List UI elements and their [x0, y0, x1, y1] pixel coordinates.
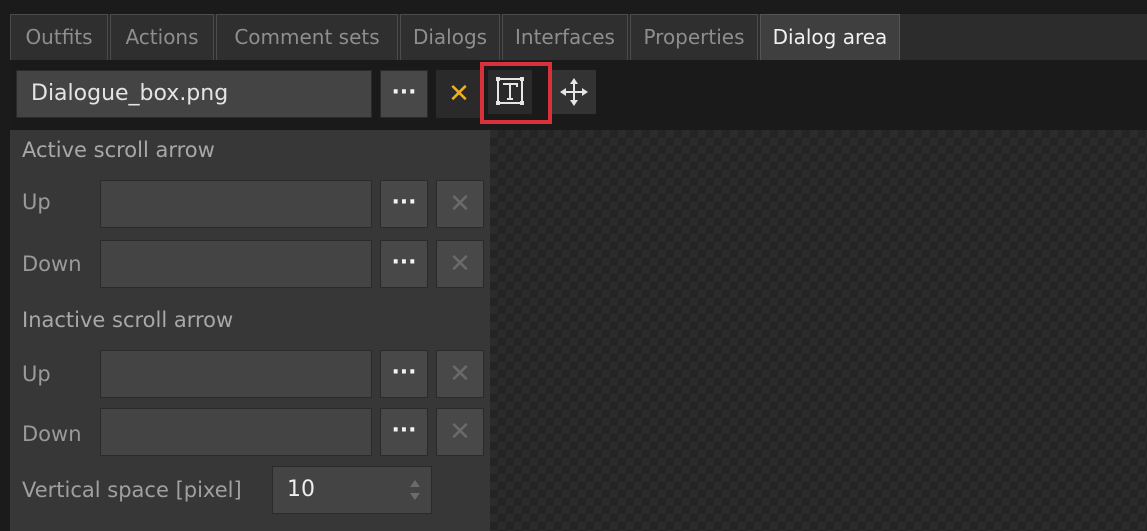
- inactive-down-clear-button[interactable]: ✕: [436, 408, 484, 456]
- image-browse-button[interactable]: ···: [380, 70, 428, 118]
- tab-dialog-area[interactable]: Dialog area: [760, 14, 900, 60]
- tool-highlight-box: [480, 62, 552, 124]
- move-arrows-icon: [560, 78, 588, 106]
- image-file-field[interactable]: Dialogue_box.png: [16, 70, 372, 118]
- tab-outfits[interactable]: Outfits: [10, 14, 108, 60]
- active-up-label: Up: [22, 190, 51, 214]
- inactive-up-label: Up: [22, 362, 51, 386]
- vertical-space-value: 10: [287, 477, 315, 502]
- inactive-down-browse-button[interactable]: ···: [380, 408, 428, 456]
- app-window: Outfits Actions Comment sets Dialogs Int…: [0, 0, 1147, 531]
- vertical-space-spinner[interactable]: 10: [272, 466, 432, 514]
- active-down-browse-button[interactable]: ···: [380, 240, 428, 288]
- inactive-up-browse-button[interactable]: ···: [380, 350, 428, 398]
- tab-actions[interactable]: Actions: [110, 14, 214, 60]
- inactive-down-label: Down: [22, 422, 82, 446]
- active-down-label: Down: [22, 252, 82, 276]
- active-scroll-arrow-heading: Active scroll arrow: [22, 138, 215, 162]
- dialog-area-canvas[interactable]: [490, 130, 1147, 531]
- image-clear-button[interactable]: ✕: [436, 70, 482, 118]
- inactive-up-field[interactable]: [100, 350, 372, 398]
- tab-properties[interactable]: Properties: [630, 14, 758, 60]
- inactive-down-field[interactable]: [100, 408, 372, 456]
- tab-bar: Outfits Actions Comment sets Dialogs Int…: [10, 14, 1147, 61]
- spinner-arrows-icon[interactable]: [409, 477, 421, 503]
- inactive-scroll-arrow-heading: Inactive scroll arrow: [22, 308, 234, 332]
- active-down-clear-button[interactable]: ✕: [436, 240, 484, 288]
- tab-dialogs[interactable]: Dialogs: [400, 14, 500, 60]
- active-up-field[interactable]: [100, 180, 372, 228]
- active-down-field[interactable]: [100, 240, 372, 288]
- vertical-space-label: Vertical space [pixel]: [22, 478, 242, 502]
- active-up-clear-button[interactable]: ✕: [436, 180, 484, 228]
- tab-interfaces[interactable]: Interfaces: [502, 14, 628, 60]
- active-up-browse-button[interactable]: ···: [380, 180, 428, 228]
- move-tool[interactable]: [552, 70, 596, 114]
- tab-comment-sets[interactable]: Comment sets: [216, 14, 398, 60]
- inactive-up-clear-button[interactable]: ✕: [436, 350, 484, 398]
